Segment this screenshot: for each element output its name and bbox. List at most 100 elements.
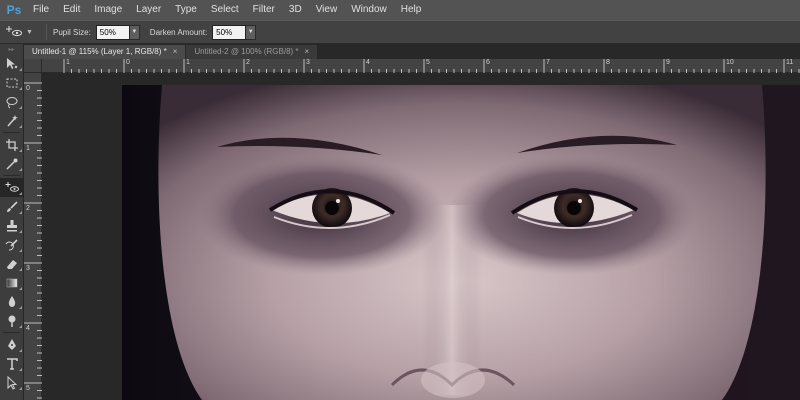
tool-flyout-indicator — [19, 106, 22, 109]
menu-bar: Ps File Edit Image Layer Type Select Fil… — [0, 0, 800, 20]
document-canvas[interactable] — [122, 85, 800, 400]
eyedropper-tool-icon[interactable] — [0, 154, 24, 173]
tab-label: Untitled-2 @ 100% (RGB/8) * — [194, 47, 299, 56]
menu-help[interactable]: Help — [394, 0, 429, 20]
close-icon[interactable]: × — [173, 45, 178, 59]
tool-flyout-indicator — [19, 306, 22, 309]
menu-3d[interactable]: 3D — [282, 0, 309, 20]
ruler-label: 0 — [26, 85, 30, 92]
red-eye-tool-icon — [6, 26, 22, 37]
ruler-label: 1 — [26, 145, 30, 152]
tool-flyout-indicator — [19, 192, 22, 195]
tools-panel: ▸▸ — [0, 44, 24, 400]
history-brush-tool-icon[interactable] — [0, 235, 24, 254]
ruler-label: 9 — [666, 59, 670, 66]
menu-layer[interactable]: Layer — [129, 0, 168, 20]
tool-flyout-indicator — [19, 268, 22, 271]
ruler-label: 7 — [546, 59, 550, 66]
menu-type[interactable]: Type — [168, 0, 204, 20]
tool-flyout-indicator — [19, 68, 22, 71]
brush-tool-icon[interactable] — [0, 197, 24, 216]
horizontal-ruler[interactable]: 1 0 1 2 3 4 5 6 7 8 9 10 11 — [42, 59, 800, 73]
ruler-label: 2 — [26, 205, 30, 212]
type-tool-icon[interactable] — [0, 354, 24, 373]
move-tool-icon[interactable] — [0, 54, 24, 73]
dodge-tool-icon[interactable] — [0, 311, 24, 330]
blur-tool-icon[interactable] — [0, 292, 24, 311]
ruler-origin[interactable] — [24, 59, 42, 73]
tool-flyout-indicator — [19, 349, 22, 352]
ruler-label: 5 — [26, 385, 30, 392]
document-workspace[interactable] — [42, 73, 800, 400]
red-eye-tool-button[interactable] — [0, 178, 24, 197]
tool-flyout-indicator — [19, 125, 22, 128]
tool-flyout-indicator — [19, 230, 22, 233]
menu-view[interactable]: View — [309, 0, 345, 20]
ruler-label: 2 — [246, 59, 250, 66]
ruler-label: 0 — [126, 59, 130, 66]
ruler-label: 3 — [306, 59, 310, 66]
panel-grip[interactable]: ▸▸ — [0, 44, 23, 54]
tool-flyout-indicator — [19, 168, 22, 171]
ruler-label: 1 — [66, 59, 70, 66]
tool-flyout-indicator — [19, 149, 22, 152]
ruler-ticks — [24, 82, 42, 399]
divider — [3, 175, 20, 176]
portrait-photo — [122, 85, 800, 400]
tool-flyout-indicator — [19, 387, 22, 390]
document-tabs: Untitled-1 @ 115% (Layer 1, RGB/8) * × U… — [24, 44, 800, 59]
clone-stamp-tool-icon[interactable] — [0, 216, 24, 235]
darken-amount-field[interactable]: 50% — [212, 24, 247, 40]
ruler-label: 4 — [26, 325, 30, 332]
ruler-label: 3 — [26, 265, 30, 272]
menu-edit[interactable]: Edit — [56, 0, 87, 20]
ruler-label: 11 — [786, 59, 794, 66]
tool-flyout-indicator — [19, 368, 22, 371]
close-icon[interactable]: × — [305, 45, 310, 59]
tool-flyout-indicator — [19, 325, 22, 328]
tool-flyout-indicator — [19, 87, 22, 90]
ruler-label: 8 — [606, 59, 610, 66]
chevron-down-icon: ▼ — [26, 28, 33, 36]
pupil-size-dropdown[interactable]: ▼ — [129, 24, 140, 40]
ruler-label: 4 — [366, 59, 370, 66]
tab-untitled-1[interactable]: Untitled-1 @ 115% (Layer 1, RGB/8) * × — [24, 45, 186, 59]
quick-selection-tool-icon[interactable] — [0, 111, 24, 130]
tool-flyout-indicator — [19, 211, 22, 214]
chevron-down-icon: ▼ — [131, 29, 138, 35]
divider — [3, 332, 20, 333]
divider — [46, 24, 47, 40]
tab-untitled-2[interactable]: Untitled-2 @ 100% (RGB/8) * × — [186, 45, 318, 59]
ruler-label: 5 — [426, 59, 430, 66]
menu-filter[interactable]: Filter — [246, 0, 282, 20]
path-selection-tool-icon[interactable] — [0, 373, 24, 392]
menu-window[interactable]: Window — [344, 0, 394, 20]
menu-file[interactable]: File — [26, 0, 56, 20]
chevron-down-icon: ▼ — [247, 29, 254, 35]
ruler-label: 6 — [486, 59, 490, 66]
photoshop-logo: Ps — [6, 3, 22, 17]
tool-flyout-indicator — [19, 249, 22, 252]
menu-select[interactable]: Select — [204, 0, 246, 20]
darken-amount-label: Darken Amount: — [149, 27, 208, 37]
pupil-size-label: Pupil Size: — [53, 27, 91, 37]
pupil-size-field[interactable]: 50% — [95, 24, 130, 40]
divider — [3, 132, 20, 133]
red-eye-tool-icon — [5, 181, 19, 192]
tool-preset-picker[interactable]: ▼ — [6, 23, 40, 41]
lasso-tool-icon[interactable] — [0, 92, 24, 111]
tool-flyout-indicator — [19, 287, 22, 290]
eraser-tool-icon[interactable] — [0, 254, 24, 273]
ruler-label: 1 — [186, 59, 190, 66]
darken-amount-dropdown[interactable]: ▼ — [246, 24, 257, 40]
vertical-ruler[interactable]: 0 1 2 3 4 5 — [24, 73, 42, 400]
tab-label: Untitled-1 @ 115% (Layer 1, RGB/8) * — [32, 47, 167, 56]
options-bar: ▼ Pupil Size: 50% ▼ Darken Amount: 50% ▼ — [0, 20, 800, 44]
crop-tool-icon[interactable] — [0, 135, 24, 154]
menu-image[interactable]: Image — [87, 0, 129, 20]
ruler-label: 10 — [726, 59, 734, 66]
ruler-ticks — [63, 59, 800, 73]
marquee-tool-icon[interactable] — [0, 73, 24, 92]
pen-tool-icon[interactable] — [0, 335, 24, 354]
gradient-tool-icon[interactable] — [0, 273, 24, 292]
